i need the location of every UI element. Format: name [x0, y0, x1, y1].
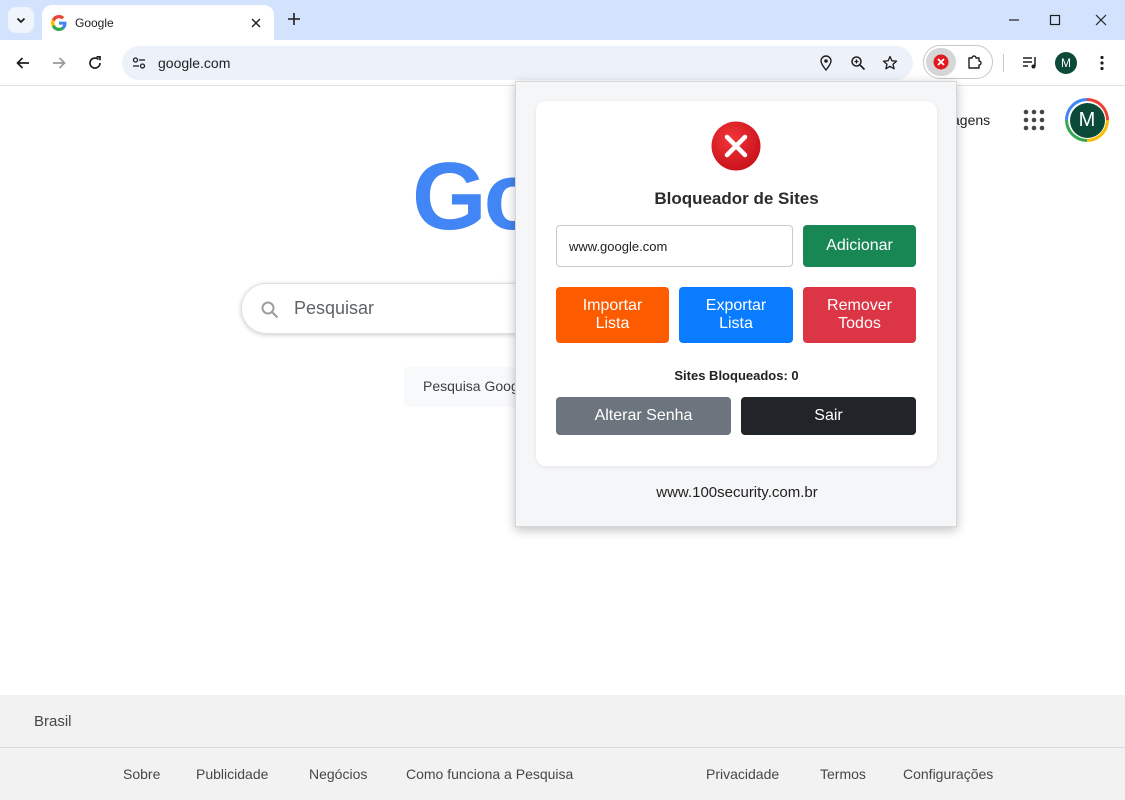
toolbar-separator [1003, 54, 1004, 72]
footer-link-how-search-works[interactable]: Como funciona a Pesquisa [406, 766, 573, 782]
popup-card: Bloqueador de Sites Adicionar Importar L… [536, 101, 937, 466]
maximize-button[interactable] [1045, 10, 1065, 30]
close-icon [1095, 14, 1107, 26]
blocked-sites-count: Sites Bloqueados: 0 [674, 368, 799, 383]
location-pin-icon[interactable] [816, 53, 836, 73]
extensions-group [923, 45, 993, 79]
kebab-menu-icon [1100, 55, 1104, 71]
maximize-icon [1049, 14, 1061, 26]
arrow-left-icon [16, 57, 29, 69]
footer-divider [0, 747, 1125, 748]
block-x-icon [933, 54, 949, 70]
site-url-input[interactable] [556, 225, 793, 267]
forward-button[interactable] [47, 51, 71, 75]
close-window-button[interactable] [1091, 10, 1111, 30]
close-icon [251, 18, 261, 27]
footer-link-advertising[interactable]: Publicidade [196, 766, 268, 782]
puzzle-icon [968, 55, 982, 69]
chevron-down-icon [16, 17, 26, 24]
google-account-avatar[interactable]: M [1065, 98, 1109, 142]
export-list-button[interactable]: Exportar Lista [679, 287, 793, 343]
search-icon [261, 301, 279, 319]
page-footer: Brasil Sobre Publicidade Negócios Como f… [0, 695, 1125, 800]
avatar-ring: M [1068, 101, 1106, 139]
avatar-initial: M [1069, 102, 1105, 138]
site-blocker-extension-button[interactable] [926, 48, 956, 76]
media-queue-icon [1023, 57, 1036, 69]
site-settings-icon[interactable] [129, 53, 149, 73]
close-tab-button[interactable] [248, 15, 264, 31]
exit-button[interactable]: Sair [741, 397, 916, 435]
arrow-right-icon [53, 57, 66, 69]
import-list-button[interactable]: Importar Lista [556, 287, 669, 343]
import-list-label: Importar Lista [582, 297, 643, 332]
browser-menu-button[interactable] [1090, 51, 1114, 75]
bookmark-star-icon[interactable] [880, 53, 900, 73]
address-bar[interactable]: google.com [122, 46, 913, 80]
change-password-button[interactable]: Alterar Senha [556, 397, 731, 435]
footer-link-about[interactable]: Sobre [123, 766, 160, 782]
remove-all-button[interactable]: Remover Todos [803, 287, 916, 343]
google-favicon-icon [51, 14, 67, 31]
export-list-label: Exportar Lista [705, 297, 767, 332]
browser-tab[interactable]: Google [42, 5, 274, 40]
footer-link-terms[interactable]: Termos [820, 766, 866, 782]
zoom-icon[interactable] [848, 53, 868, 73]
footer-link-privacy[interactable]: Privacidade [706, 766, 779, 782]
footer-country: Brasil [34, 713, 72, 730]
add-site-button[interactable]: Adicionar [803, 225, 916, 267]
browser-toolbar: google.com M [0, 40, 1125, 86]
back-button[interactable] [11, 51, 35, 75]
popup-title: Bloqueador de Sites [654, 189, 819, 208]
new-tab-button[interactable] [284, 9, 304, 29]
plus-icon [288, 13, 300, 25]
reload-icon [89, 55, 101, 69]
tab-strip: Google [0, 0, 1125, 40]
footer-link-business[interactable]: Negócios [309, 766, 367, 782]
reload-button[interactable] [83, 51, 107, 75]
media-control-button[interactable] [1018, 51, 1042, 75]
images-link[interactable]: agens [952, 112, 990, 128]
profile-button[interactable]: M [1055, 52, 1077, 74]
extensions-menu-button[interactable] [964, 51, 986, 73]
remove-all-label: Remover Todos [827, 297, 892, 332]
minimize-icon [1009, 19, 1019, 21]
google-apps-icon[interactable] [1022, 108, 1046, 132]
popup-footer-link[interactable]: www.100security.com.br [516, 484, 958, 501]
block-x-icon [711, 121, 761, 171]
tab-search-button[interactable] [8, 7, 34, 33]
site-blocker-popup: Bloqueador de Sites Adicionar Importar L… [515, 81, 957, 527]
footer-link-settings[interactable]: Configurações [903, 766, 993, 782]
search-placeholder: Pesquisar [294, 298, 375, 318]
minimize-button[interactable] [1004, 10, 1024, 30]
tab-title: Google [75, 15, 114, 30]
address-bar-url: google.com [158, 55, 231, 71]
